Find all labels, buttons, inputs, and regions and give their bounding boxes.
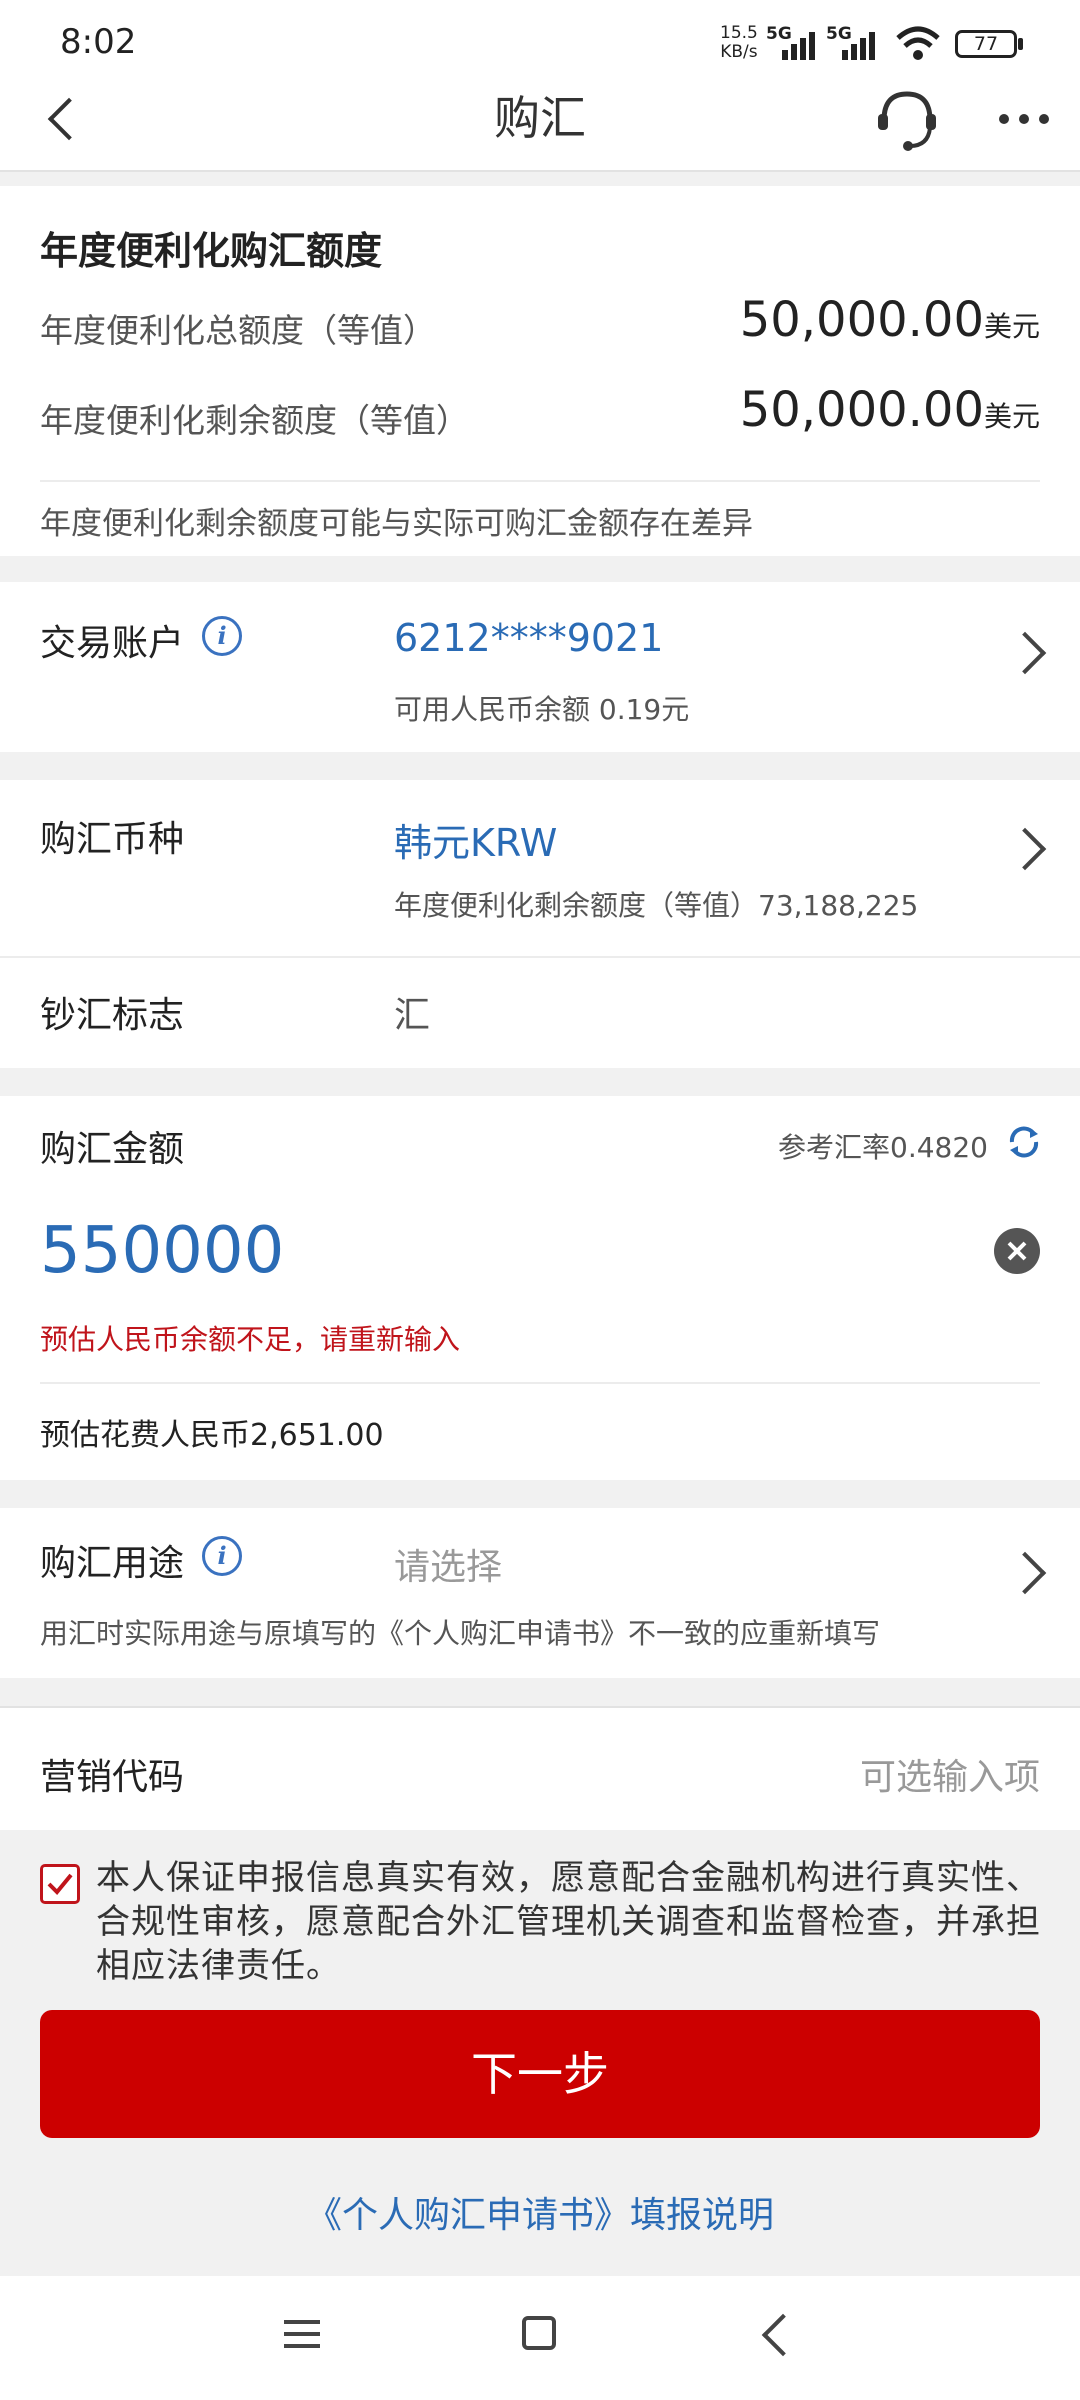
next-button[interactable]: 下一步 [40,2010,1040,2138]
agreement-checkbox[interactable] [40,1864,80,1904]
purpose-row[interactable]: 购汇用途 i 请选择 [0,1508,1080,1608]
amount-section: 购汇金额 参考汇率0.4820 550000 预估人民币余额不足，请重新输入 预… [0,1096,1080,1480]
chevron-right-icon [1003,631,1047,675]
quota-note: 年度便利化剩余额度可能与实际可购汇金额存在差异 [40,506,753,542]
currency-section: 购汇币种 韩元KRW 年度便利化剩余额度（等值）73,188,225 钞汇标志 … [0,780,1080,1068]
instructions-link[interactable]: 《个人购汇申请书》填报说明 [0,2186,1080,2238]
marketing-code-input[interactable]: 可选输入项 [860,1748,1040,1800]
account-label: 交易账户 [40,623,185,664]
signal-bars-icon [782,32,815,60]
more-menu-icon[interactable] [995,104,1055,134]
refresh-icon[interactable] [1004,1122,1044,1162]
menu-icon[interactable] [284,2316,320,2352]
amount-value: 550000 [40,1214,285,1288]
wifi-icon [896,26,940,60]
currency-row[interactable]: 购汇币种 韩元KRW 年度便利化剩余额度（等值）73,188,225 [0,780,1080,956]
exchange-rate: 参考汇率0.4820 [778,1131,988,1164]
quota-divider [40,480,1040,482]
purpose-label: 购汇用途 [40,1543,185,1584]
amount-input[interactable]: 550000 [40,1206,1000,1296]
home-icon[interactable] [522,2316,556,2350]
marketing-row[interactable]: 营销代码 可选输入项 [0,1706,1080,1830]
chevron-right-icon [1003,1551,1047,1595]
account-balance: 可用人民币余额 0.19元 [394,693,690,726]
currency-remaining-quota: 年度便利化剩余额度（等值）73,188,225 [394,889,919,922]
account-row[interactable]: 交易账户 i 6212****9021 可用人民币余额 0.19元 [0,582,1080,752]
agreement-text: 本人保证申报信息真实有效，愿意配合金融机构进行真实性、合规性审核，愿意配合外汇管… [96,1858,1041,1986]
quota-total-value: 50,000.00美元 [739,292,1040,348]
purpose-section: 购汇用途 i 请选择 用汇时实际用途与原填写的《个人购汇申请书》不一致的应重新填… [0,1508,1080,1678]
battery-tip [1018,38,1023,50]
currency-label: 购汇币种 [40,819,185,860]
currency-divider [0,956,1080,958]
app-header: 购汇 [0,70,1080,172]
next-button-label: 下一步 [471,2047,609,2101]
cash-flag-label: 钞汇标志 [40,995,185,1036]
estimated-cost: 预估花费人民币2,651.00 [40,1418,384,1453]
quota-remaining-value: 50,000.00美元 [739,382,1040,438]
account-number: 6212****9021 [394,616,664,660]
battery-icon: 77 [955,30,1017,58]
amount-error: 预估人民币余额不足，请重新输入 [40,1323,461,1356]
amount-divider [40,1382,1040,1384]
info-icon[interactable]: i [202,1536,242,1576]
info-icon[interactable]: i [202,616,242,656]
marketing-label: 营销代码 [40,1757,185,1798]
clear-input-icon[interactable] [994,1228,1040,1274]
quota-title: 年度便利化购汇额度 [40,229,383,273]
net-speed: 15.5 KB/s [720,23,758,62]
system-nav-bar [0,2276,1080,2400]
quota-remaining-label: 年度便利化剩余额度（等值） [40,401,469,440]
status-time: 8:02 [60,22,137,62]
quota-total-label: 年度便利化总额度（等值） [40,311,436,350]
purpose-select: 请选择 [394,1547,503,1588]
chevron-right-icon [1003,827,1047,871]
checkmark-icon [47,1873,73,1895]
signal-bars-icon-2 [842,32,875,60]
amount-label: 购汇金额 [40,1129,185,1170]
purpose-note: 用汇时实际用途与原填写的《个人购汇申请书》不一致的应重新填写 [40,1617,881,1650]
quota-section: 年度便利化购汇额度 年度便利化总额度（等值） 50,000.00美元 年度便利化… [0,186,1080,556]
customer-service-icon[interactable] [872,84,942,154]
currency-value: 韩元KRW [394,821,558,865]
nav-back-icon[interactable] [761,2313,805,2357]
cash-flag-value: 汇 [394,995,431,1036]
